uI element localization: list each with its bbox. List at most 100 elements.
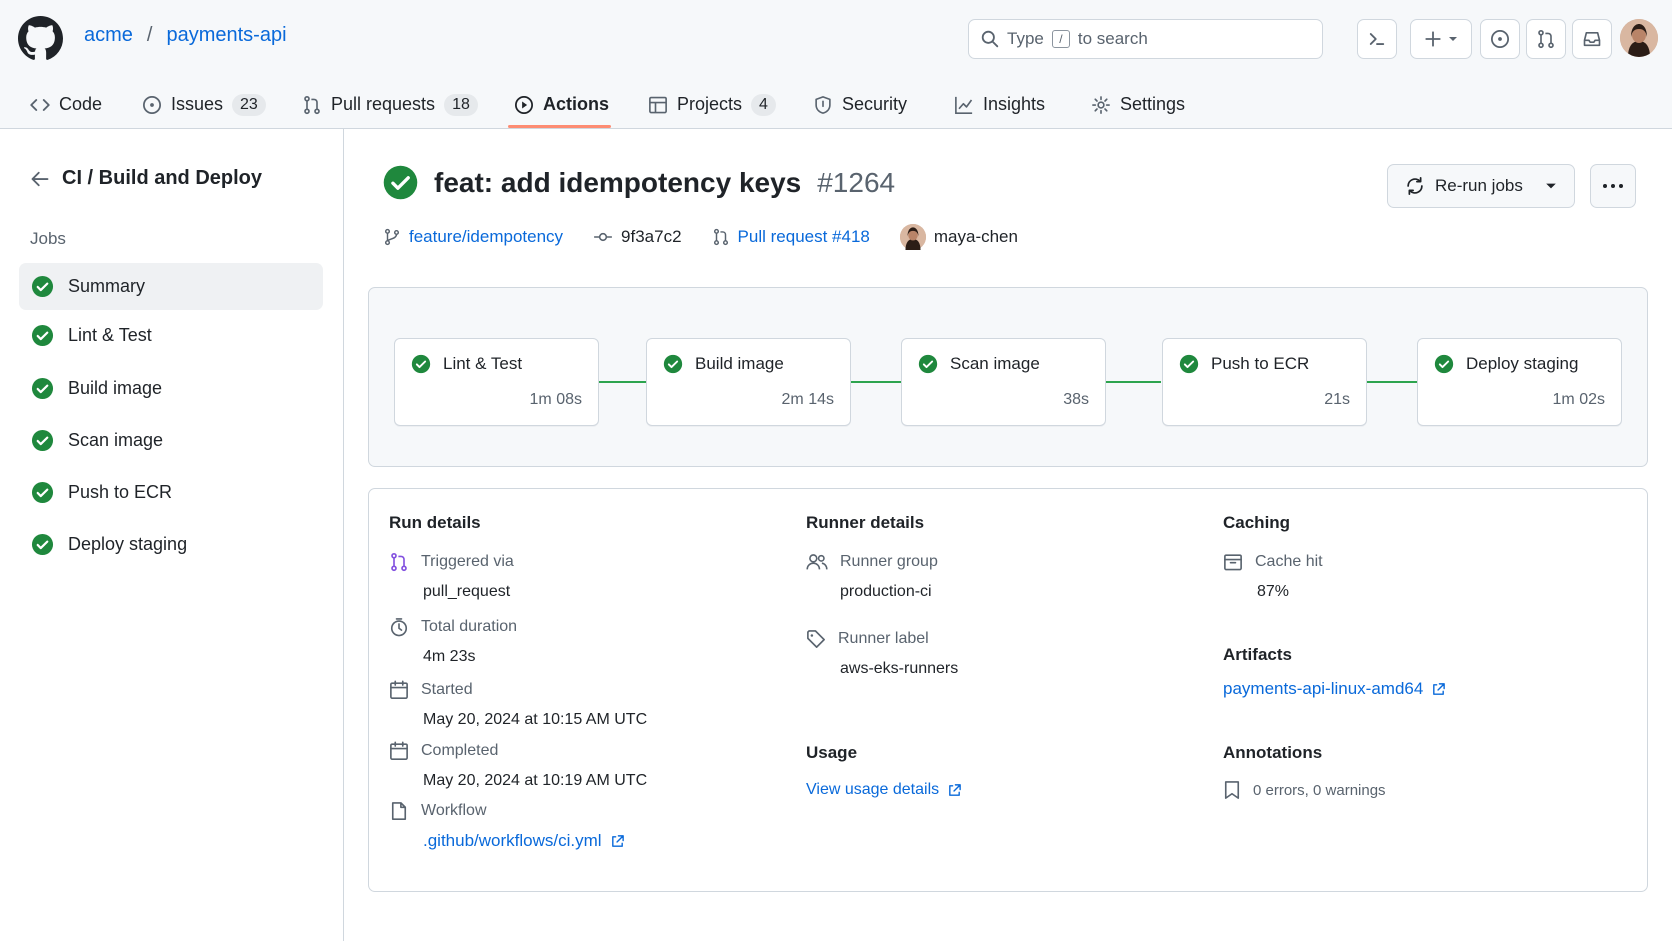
tag-icon <box>807 630 825 648</box>
graph-node-title: Scan image <box>918 354 1040 374</box>
calendar-icon <box>390 741 408 760</box>
tab-actions[interactable]: Actions <box>514 80 609 129</box>
graph-node-title: Lint & Test <box>411 354 522 374</box>
graph-node-name: Scan image <box>950 354 1040 373</box>
sidebar-job-label: Scan image <box>68 430 164 450</box>
triggered-via-label: Triggered via <box>389 552 514 572</box>
sidebar-job-summary[interactable]: Summary <box>19 263 323 310</box>
annotations-heading: Annotations <box>1223 743 1323 762</box>
artifact-link[interactable]: payments-api-linux-amd64 <box>1223 679 1446 699</box>
author-avatar <box>899 224 926 250</box>
total-duration-value: 4m 23s <box>423 648 476 665</box>
tab-security[interactable]: Security <box>813 80 907 129</box>
sync-icon <box>1407 177 1423 195</box>
check-circle-icon <box>663 354 683 374</box>
workflow-file-link[interactable]: .github/workflows/ci.yml <box>423 831 625 851</box>
cache-hit-label: Cache hit <box>1223 552 1323 572</box>
user-avatar[interactable] <box>1620 19 1658 57</box>
git-pull-request-icon <box>713 228 728 246</box>
archive-icon <box>1224 554 1242 571</box>
tab-pull-requests[interactable]: Pull requests 18 <box>302 80 478 129</box>
graph-connector <box>1105 381 1161 383</box>
arrow-left-icon <box>31 171 49 186</box>
pull-requests-count: 18 <box>444 93 478 116</box>
external-link-icon <box>1433 682 1446 695</box>
rerun-jobs-button[interactable]: Re-run jobs <box>1387 164 1575 208</box>
runner-group-label: Runner group <box>806 552 938 572</box>
pull-requests-button[interactable] <box>1526 19 1566 59</box>
check-circle-icon <box>31 533 54 556</box>
sidebar-job-lint-test[interactable]: Lint & Test <box>19 312 323 359</box>
pull-request-link[interactable]: Pull request #418 <box>712 227 870 247</box>
graph-node-duration: 38s <box>1063 391 1089 408</box>
commit-link[interactable]: 9f3a7c2 <box>593 227 682 247</box>
tab-projects-label: Projects <box>677 94 743 114</box>
sidebar-job-push-to-ecr[interactable]: Push to ECR <box>19 469 323 516</box>
tab-security-label: Security <box>842 94 908 114</box>
tab-code[interactable]: Code <box>30 80 102 129</box>
sidebar-job-label: Push to ECR <box>68 482 173 502</box>
graph-connector <box>1363 381 1417 383</box>
repo-name-link[interactable]: payments-api <box>166 24 286 47</box>
graph-node-build-image[interactable]: Build image 2m 14s <box>646 338 851 426</box>
started-text: Started <box>421 681 473 698</box>
graph-icon <box>955 96 973 114</box>
more-options-button[interactable] <box>1590 164 1636 208</box>
issue-icon <box>1491 30 1509 48</box>
tab-settings[interactable]: Settings <box>1091 80 1185 129</box>
bookmark-icon <box>1224 781 1240 799</box>
caret-down-icon <box>1546 183 1556 189</box>
view-usage-details-link[interactable]: View usage details <box>806 781 962 799</box>
runner-group-text: Runner group <box>840 553 938 570</box>
workflow-file-name: .github/workflows/ci.yml <box>423 831 602 850</box>
runner-label-value: aws-eks-runners <box>840 660 959 677</box>
issues-button[interactable] <box>1480 19 1520 59</box>
triggered-via-value: pull_request <box>423 583 511 600</box>
create-new-button[interactable] <box>1410 19 1472 59</box>
github-logo-icon[interactable] <box>18 16 63 61</box>
inbox-icon <box>1583 31 1601 47</box>
tab-code-label: Code <box>59 94 103 114</box>
jobs-sidebar: CI / Build and Deploy Jobs Summary Lint … <box>0 129 344 941</box>
breadcrumb: acme / payments-api <box>84 24 287 47</box>
people-icon <box>806 554 828 570</box>
usage-heading: Usage <box>806 743 858 762</box>
sidebar-job-scan-image[interactable]: Scan image <box>19 417 323 464</box>
graph-node-title: Push to ECR <box>1179 354 1309 374</box>
sidebar-job-build-image[interactable]: Build image <box>19 365 323 412</box>
tab-issues-label: Issues <box>171 94 224 114</box>
view-usage-details-label: View usage details <box>806 781 940 798</box>
repo-owner-link[interactable]: acme <box>84 24 133 47</box>
back-to-workflow-link[interactable]: CI / Build and Deploy <box>30 167 262 190</box>
check-circle-icon <box>383 165 418 200</box>
pull-request-label[interactable]: Pull request #418 <box>738 227 870 247</box>
author-link[interactable]: maya-chen <box>899 224 1018 250</box>
author-name: maya-chen <box>933 227 1018 246</box>
runner-details-heading: Runner details <box>806 513 925 532</box>
search-input[interactable]: Type / to search <box>968 19 1323 59</box>
workflow-title: CI / Build and Deploy <box>62 167 263 189</box>
graph-node-lint-test[interactable]: Lint & Test 1m 08s <box>394 338 599 426</box>
branch-link[interactable]: feature/idempotency <box>383 227 563 247</box>
git-pull-request-icon <box>1538 29 1554 49</box>
sidebar-job-deploy-staging[interactable]: Deploy staging <box>19 521 323 568</box>
sidebar-job-label: Lint & Test <box>68 325 152 345</box>
check-circle-icon <box>31 429 54 452</box>
file-icon <box>391 802 407 820</box>
play-circle-icon <box>515 95 533 114</box>
tab-insights-label: Insights <box>983 94 1046 114</box>
command-palette-button[interactable] <box>1357 19 1397 59</box>
rerun-label: Re-run jobs <box>1435 176 1523 195</box>
tab-insights[interactable]: Insights <box>954 80 1045 129</box>
total-duration-label: Total duration <box>389 617 517 637</box>
inbox-button[interactable] <box>1572 19 1612 59</box>
git-branch-icon <box>384 228 400 246</box>
git-commit-icon <box>594 232 612 242</box>
graph-node-push-to-ecr[interactable]: Push to ECR 21s <box>1162 338 1367 426</box>
tab-projects[interactable]: Projects 4 <box>648 80 776 129</box>
cache-hit-value: 87% <box>1257 583 1290 600</box>
graph-node-scan-image[interactable]: Scan image 38s <box>901 338 1106 426</box>
branch-name[interactable]: feature/idempotency <box>409 227 563 247</box>
tab-issues[interactable]: Issues 23 <box>142 80 266 129</box>
graph-node-deploy-staging[interactable]: Deploy staging 1m 02s <box>1417 338 1622 426</box>
